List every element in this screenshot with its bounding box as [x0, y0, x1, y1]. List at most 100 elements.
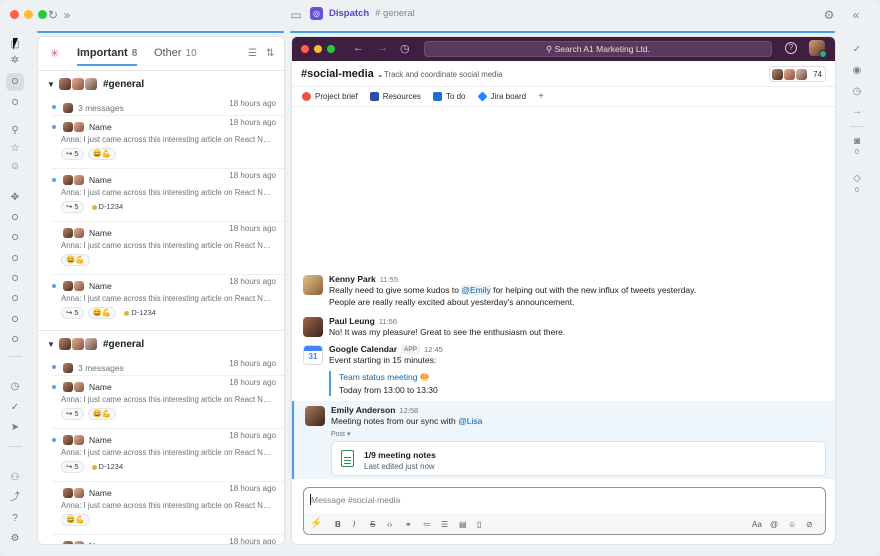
inbox-item[interactable]: 3 messages 18 hours ago	[38, 357, 284, 375]
bookmark-resources[interactable]: Resources	[369, 92, 421, 101]
message[interactable]: Kenny Park 11:55 Really need to give some…	[292, 273, 835, 307]
rail-item[interactable]	[6, 311, 24, 329]
caret-down-icon[interactable]: ▼	[47, 340, 57, 349]
reaction-chip[interactable]: 😄💪	[87, 408, 117, 420]
add-bookmark-button[interactable]: +	[538, 91, 544, 102]
mention[interactable]: @Lisa	[458, 416, 483, 426]
tab-other[interactable]: Other 10	[154, 47, 197, 59]
italic-icon[interactable]: I	[353, 520, 355, 529]
minimize-window-button[interactable]	[314, 45, 322, 53]
bookmark-project-brief[interactable]: Project brief	[302, 92, 358, 101]
slack-icon[interactable]: ✥	[6, 189, 24, 207]
author-avatar[interactable]	[303, 317, 323, 337]
reaction-chip[interactable]: 😄💪	[61, 254, 90, 266]
attach-icon[interactable]: ⊘	[806, 520, 813, 529]
clock-icon[interactable]: ◷	[6, 378, 24, 396]
inbox-item[interactable]: 3 messages 18 hours ago	[38, 97, 284, 115]
inbox-item[interactable]: Name 18 hours ago Anna: I just came across…	[38, 482, 284, 534]
link-icon[interactable]: ⚭	[405, 520, 412, 529]
inbox-item[interactable]: Name 18 hours ago Anna: I just came across…	[38, 275, 284, 327]
rail-item[interactable]	[6, 229, 24, 247]
strikethrough-icon[interactable]: S	[370, 520, 375, 529]
reaction-chip[interactable]: 😄💪	[87, 148, 117, 160]
message-composer[interactable]: Message #social-media ⚡ B I S ‹› ⚭ ≔ ☰ ▤…	[303, 487, 826, 535]
help-icon[interactable]: ?	[6, 510, 24, 528]
check-icon[interactable]: ✓	[6, 399, 24, 417]
forward-double-chevron-icon[interactable]: »	[60, 8, 74, 22]
calendar-icon[interactable]: 31	[303, 345, 323, 365]
eye-icon[interactable]: ◉	[849, 65, 865, 76]
settings-icon[interactable]: ⚙	[6, 530, 24, 548]
tag-icon[interactable]: ◇	[849, 173, 865, 184]
timestamp[interactable]: 11:55	[380, 275, 398, 284]
forward-arrow-icon[interactable]: →	[849, 106, 865, 117]
rail-item[interactable]	[6, 250, 24, 268]
bookmark-jira-board[interactable]: Jira board	[476, 91, 526, 102]
quote-icon[interactable]: ▤	[459, 520, 467, 529]
code-block-icon[interactable]: ▯	[477, 520, 481, 529]
reaction-chip[interactable]: ↪ 5	[61, 201, 84, 213]
people-icon[interactable]: ☺	[6, 158, 24, 176]
bookmark-to-do[interactable]: To do	[432, 92, 466, 101]
post-card[interactable]: 1/9 meeting notes Last edited just now	[331, 440, 826, 476]
bold-icon[interactable]: B	[335, 520, 341, 529]
reaction-chip[interactable]: ↪ 5	[61, 148, 84, 160]
sidebar-toggle-icon[interactable]: ▭	[289, 8, 303, 22]
share-icon[interactable]: ⤴	[6, 489, 24, 507]
caret-down-icon[interactable]: ▼	[47, 80, 57, 89]
sparkle-icon[interactable]: ✲	[6, 52, 24, 70]
rail-item[interactable]	[6, 290, 24, 308]
rail-item[interactable]	[6, 331, 24, 349]
code-icon[interactable]: ‹›	[387, 520, 392, 529]
maximize-window-button[interactable]	[327, 45, 335, 53]
search-bar[interactable]: ⚲ Search A1 Marketing Ltd.	[424, 41, 772, 57]
mention-icon[interactable]: @	[770, 520, 778, 529]
author-name[interactable]: Google Calendar	[329, 344, 397, 354]
ticket-chip[interactable]: D-1234	[88, 461, 128, 473]
help-icon[interactable]: ?	[785, 42, 797, 54]
reaction-chip[interactable]: 😄💪	[87, 307, 117, 319]
tab-important[interactable]: Important 8	[77, 47, 138, 66]
history-icon[interactable]: ◷	[400, 42, 410, 55]
author-name[interactable]: Paul Leung	[329, 316, 375, 326]
collapse-panel-icon[interactable]: «	[849, 8, 863, 22]
author-avatar[interactable]	[303, 275, 323, 295]
members-button[interactable]: 74	[769, 66, 826, 82]
author-avatar[interactable]	[305, 406, 325, 426]
star-icon[interactable]: ☆	[6, 140, 24, 158]
check-icon[interactable]: ✓	[849, 44, 865, 55]
inbox-item[interactable]: Name 18 hours ago Anna: I just came across…	[38, 222, 284, 274]
shortcuts-bolt-icon[interactable]: ⚡	[310, 518, 322, 529]
conversation-group-header[interactable]: ▼ #general	[38, 331, 284, 357]
inbox-item[interactable]: Name 18 hours ago Anna: I just came across…	[38, 116, 284, 168]
timestamp[interactable]: 12:58	[399, 406, 418, 415]
inbox-item[interactable]: Name 18 hours ago Anna: I just came across…	[38, 376, 284, 428]
inbox-item[interactable]: Name 18 hours ago Anna: I just came across…	[38, 169, 284, 221]
rail-item[interactable]	[6, 94, 24, 112]
message[interactable]: Paul Leung 11:56 No! It was my pleasure! …	[292, 315, 835, 343]
author-name[interactable]: Kenny Park	[329, 274, 376, 284]
reaction-chip[interactable]: ↪ 5	[61, 408, 84, 420]
refresh-icon[interactable]: ↻	[46, 8, 60, 22]
channel-name[interactable]: #social-media ⌄	[301, 68, 384, 80]
mention[interactable]: @Emily	[461, 285, 491, 295]
event-title-link[interactable]: Team status meeting	[339, 372, 417, 382]
emoji-icon[interactable]: ☺	[788, 520, 796, 529]
ticket-chip[interactable]: D-1234	[88, 201, 128, 213]
message[interactable]: 31 Google Calendar APP 12:45 Event startin…	[292, 343, 835, 401]
clock-icon[interactable]: ◷	[849, 86, 865, 97]
message-highlighted[interactable]: Emily Anderson 12:58 Meeting notes from o…	[292, 401, 835, 479]
rail-item-active[interactable]	[6, 73, 24, 91]
reaction-chip[interactable]: ↪ 5	[61, 307, 84, 319]
ordered-list-icon[interactable]: ≔	[423, 520, 431, 529]
settings-gear-icon[interactable]: ⚙	[822, 8, 836, 22]
user-avatar[interactable]	[809, 40, 827, 58]
post-dropdown[interactable]: Post ▾	[331, 430, 835, 438]
conversation-group-header[interactable]: ▼ #general	[38, 71, 284, 97]
rail-item[interactable]	[6, 209, 24, 227]
author-name[interactable]: Emily Anderson	[331, 405, 395, 415]
back-arrow-icon[interactable]: ←	[353, 42, 364, 54]
inbox-item[interactable]: Name 18 hours ago Anna: I just came across…	[38, 429, 284, 481]
search-icon[interactable]: ⚲	[6, 122, 24, 140]
reaction-chip[interactable]: 😄💪	[61, 514, 90, 526]
